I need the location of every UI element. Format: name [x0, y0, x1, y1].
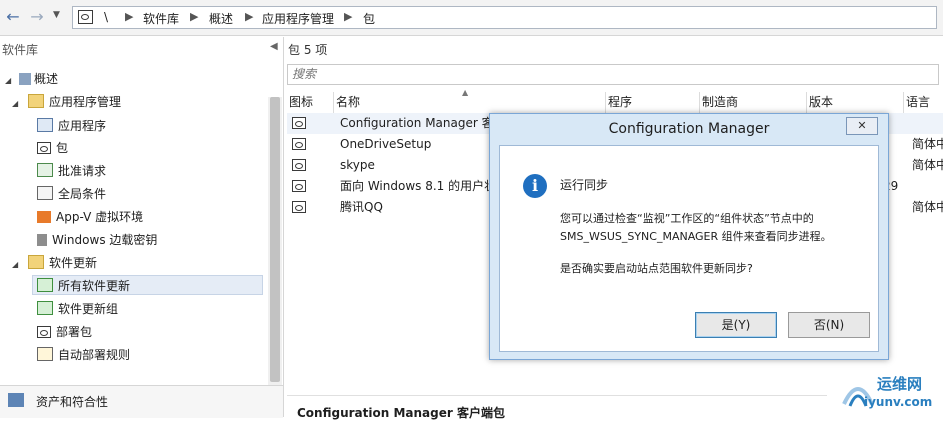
breadcrumb-software-library[interactable]: 软件库 [143, 10, 179, 27]
appv-icon [37, 211, 51, 223]
history-dropdown-icon[interactable]: ▼ [53, 10, 60, 20]
details-pane-title: Configuration Manager 客户端包 [297, 406, 505, 420]
navigation-pane: 软件库 ◀ ◢ 概述 ◢ 应用程序管理 应用程序 包 批准请求 全局条件 App… [0, 37, 284, 417]
dialog-heading: 运行同步 [560, 178, 609, 192]
column-header-version[interactable]: 版本 [807, 92, 904, 113]
condition-icon [37, 186, 53, 200]
tree-item-auto-deployment-rules[interactable]: 自动部署规则 [37, 345, 130, 365]
tree-item-software-updates[interactable]: ◢ 软件更新 [12, 253, 97, 273]
tree-item-all-software-updates[interactable]: 所有软件更新 [32, 275, 263, 295]
tree-item-deployment-packages[interactable]: 部署包 [37, 322, 92, 342]
column-header-language[interactable]: 语言 [904, 92, 943, 113]
tree-item-sideloading-keys[interactable]: Windows 边载密钥 [37, 230, 157, 250]
assets-compliance-icon [8, 393, 24, 407]
back-arrow-icon[interactable]: ← [4, 8, 22, 26]
pane-title: 软件库 [2, 43, 39, 57]
package-icon [292, 138, 306, 150]
sort-ascending-icon: ▲ [462, 88, 469, 97]
no-button[interactable]: 否(N) [788, 312, 870, 338]
dialog-body: i 运行同步 您可以通过检查“监视”工作区的“组件状态”节点中的 SMS_WSU… [499, 145, 879, 352]
watermark-name: 运维网 [877, 375, 923, 393]
package-icon [78, 10, 93, 24]
breadcrumb-packages[interactable]: 包 [363, 10, 375, 27]
watermark-url: iyunv.com [864, 395, 933, 409]
tree-item-global-conditions[interactable]: 全局条件 [37, 184, 106, 204]
package-icon [292, 201, 306, 213]
search-input[interactable] [288, 65, 896, 83]
collapse-pane-icon[interactable]: ◀ [270, 41, 278, 52]
tree-item-update-groups[interactable]: 软件更新组 [37, 299, 118, 319]
breadcrumb-overview[interactable]: 概述 [209, 10, 233, 27]
expand-triangle-icon[interactable]: ◢ [12, 260, 18, 269]
close-icon[interactable]: ✕ [846, 117, 878, 135]
dialog-message-line-2: SMS_WSUS_SYNC_MANAGER 组件来查看同步进程。 [560, 230, 832, 243]
tree-item-app-management[interactable]: ◢ 应用程序管理 [12, 92, 121, 112]
address-bar[interactable]: \ ▶ 软件库 ▶ 概述 ▶ 应用程序管理 ▶ 包 [72, 6, 937, 29]
approval-icon [37, 163, 53, 177]
scrollbar-thumb[interactable] [270, 97, 280, 382]
information-icon: i [523, 174, 547, 198]
overview-icon [18, 73, 31, 85]
workspace-switcher: 资产和符合性 [0, 385, 283, 418]
tree-item-approval-requests[interactable]: 批准请求 [37, 161, 106, 181]
navigation-bar: ← → ▼ \ ▶ 软件库 ▶ 概述 ▶ 应用程序管理 ▶ 包 [0, 0, 943, 36]
breadcrumb-separator-icon: ▶ [125, 10, 134, 23]
yes-button[interactable]: 是(Y) [695, 312, 777, 338]
column-header-icon[interactable]: 图标 [287, 92, 334, 113]
column-header-program[interactable]: 程序 [606, 92, 700, 113]
package-icon [292, 180, 306, 192]
package-icon [292, 117, 306, 129]
dialog-title: Configuration Manager [608, 121, 770, 137]
rule-icon [37, 347, 53, 361]
breadcrumb-separator-icon: ▶ [344, 10, 353, 23]
software-update-icon [37, 278, 53, 292]
application-icon [37, 118, 53, 132]
details-divider [287, 395, 827, 396]
dialog-message-line-1: 您可以通过检查“监视”工作区的“组件状态”节点中的 [560, 212, 814, 225]
breadcrumb-root[interactable]: \ [104, 10, 108, 24]
breadcrumb-separator-icon: ▶ [190, 10, 199, 23]
workspace-assets-compliance[interactable]: 资产和符合性 [36, 393, 108, 410]
expand-triangle-icon[interactable]: ◢ [5, 76, 11, 85]
package-icon [37, 142, 51, 154]
tree-item-overview[interactable]: ◢ 概述 [5, 69, 58, 89]
tree-item-packages[interactable]: 包 [37, 138, 68, 158]
column-header-manufacturer[interactable]: 制造商 [700, 92, 807, 113]
tree-item-applications[interactable]: 应用程序 [37, 116, 106, 136]
folder-icon [27, 94, 44, 108]
forward-arrow-icon[interactable]: → [28, 8, 46, 26]
package-icon [292, 159, 306, 171]
update-group-icon [37, 301, 53, 315]
breadcrumb-app-management[interactable]: 应用程序管理 [262, 10, 334, 27]
column-header-name[interactable]: 名称 [334, 92, 606, 113]
dialog-question: 是否确实要启动站点范围软件更新同步? [560, 262, 753, 275]
key-icon [37, 234, 47, 246]
search-box[interactable] [287, 64, 939, 85]
tree-item-appv-environments[interactable]: App-V 虚拟环境 [37, 207, 143, 227]
package-icon [37, 326, 51, 338]
breadcrumb-separator-icon: ▶ [245, 10, 254, 23]
sync-confirm-dialog: Configuration Manager ✕ i 运行同步 您可以通过检查“监… [489, 113, 889, 360]
expand-triangle-icon[interactable]: ◢ [12, 99, 18, 108]
list-title: 包 5 项 [288, 43, 328, 57]
folder-icon [27, 255, 44, 269]
